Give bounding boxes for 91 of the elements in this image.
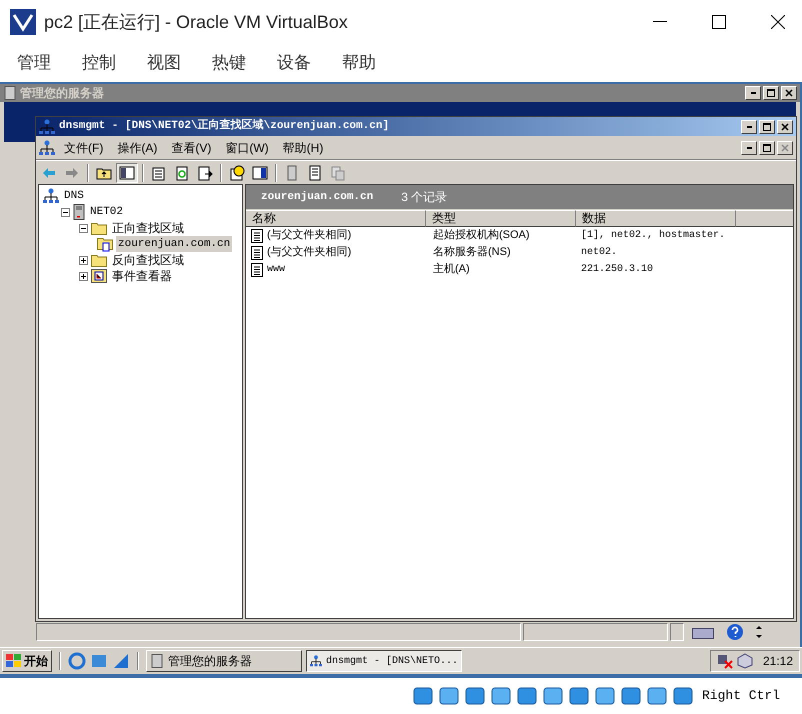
expand-toggle[interactable] xyxy=(79,272,88,280)
close-button[interactable] xyxy=(777,140,793,154)
table-cell-text: net02. xyxy=(580,246,618,260)
shark-fin-icon[interactable] xyxy=(112,652,130,670)
list-icon xyxy=(307,164,323,180)
minimize-button[interactable] xyxy=(741,120,757,134)
server-icon xyxy=(3,86,17,100)
document-icon xyxy=(251,246,263,260)
menu-item[interactable]: 管理 xyxy=(17,50,51,76)
close-icon xyxy=(781,144,789,152)
network-error-icon xyxy=(716,653,733,669)
record-count: 3 个记录 xyxy=(401,189,448,206)
close-icon xyxy=(771,15,785,29)
menu-item[interactable]: 操作(A) xyxy=(112,138,162,156)
menu-item[interactable]: 窗口(W) xyxy=(220,138,274,156)
status-pane xyxy=(670,623,684,641)
table-cell-text: www xyxy=(267,263,286,277)
table-cell-text: (与父文件夹相同) xyxy=(267,228,352,244)
minimize-icon xyxy=(746,126,752,128)
table-cell-text: 主机(A) xyxy=(432,262,471,278)
close-icon xyxy=(785,89,793,97)
collapse-toggle[interactable] xyxy=(79,224,88,232)
minimize-button[interactable] xyxy=(745,86,761,100)
menu-item[interactable]: 文件(F) xyxy=(59,138,108,156)
folder-icon xyxy=(91,221,107,235)
properties-icon xyxy=(151,164,167,180)
menu-item[interactable]: 帮助 xyxy=(342,50,376,76)
menu-item[interactable]: 帮助(H) xyxy=(278,138,328,156)
close-button[interactable] xyxy=(781,86,797,100)
help-icon xyxy=(726,623,744,641)
column-header[interactable]: 数据 xyxy=(576,210,736,227)
collapse-toggle[interactable] xyxy=(61,208,70,216)
tree-item[interactable]: DNS xyxy=(62,188,86,204)
cube-icon xyxy=(736,653,753,669)
taskbar-button[interactable]: 管理您的服务器 xyxy=(146,650,302,672)
menu-item[interactable]: 控制 xyxy=(82,50,116,76)
tree-item[interactable]: 事件查看器 xyxy=(110,267,174,285)
close-icon xyxy=(781,122,789,130)
restore-icon xyxy=(763,144,771,152)
window-title: pc2 [正在运行] - Oracle VM VirtualBox xyxy=(44,10,348,34)
export-icon xyxy=(197,164,213,180)
minimize-icon xyxy=(750,92,756,94)
expand-toggle[interactable] xyxy=(79,256,88,264)
maximize-icon xyxy=(763,122,771,130)
column-header[interactable]: 名称 xyxy=(246,210,426,227)
menu-item[interactable]: 查看(V) xyxy=(166,138,216,156)
refresh-icon xyxy=(174,164,190,180)
taskbar-button[interactable]: dnsmgmt - [DNS\NETO... xyxy=(306,650,462,672)
app-logo-icon xyxy=(10,9,36,35)
server-icon xyxy=(150,654,164,668)
back-window-title: 管理您的服务器 xyxy=(20,85,104,102)
document-icon xyxy=(251,228,263,242)
copy-icon xyxy=(330,164,346,180)
maximize-button[interactable] xyxy=(763,86,779,100)
folder-icon xyxy=(91,253,107,267)
minimize-icon xyxy=(746,146,752,148)
column-header[interactable]: 类型 xyxy=(426,210,576,227)
server-icon xyxy=(73,204,85,220)
start-button[interactable]: 开始 xyxy=(2,650,52,672)
minimize-icon xyxy=(653,21,667,23)
table-cell-text: 221.250.3.10 xyxy=(580,263,654,277)
table-cell-text: (与父文件夹相同) xyxy=(267,244,352,260)
document-icon xyxy=(251,262,263,276)
close-button[interactable] xyxy=(777,120,793,134)
zone-name: zourenjuan.com.cn xyxy=(261,190,374,205)
table-cell-text: 起始授权机构(SOA) xyxy=(432,228,531,244)
windows-logo-icon xyxy=(6,654,22,668)
restore-button[interactable] xyxy=(759,140,775,154)
scroll-arrows-icon xyxy=(754,624,764,640)
maximize-icon xyxy=(712,15,726,29)
tree-item[interactable]: 反向查找区域 xyxy=(110,251,186,269)
table-cell-text: [1], net02., hostmaster. xyxy=(580,228,726,243)
menu-item[interactable]: 视图 xyxy=(147,50,181,76)
host-key: Right Ctrl xyxy=(702,686,780,706)
tree-item[interactable]: 正向查找区域 xyxy=(110,219,186,237)
zone-icon xyxy=(97,236,113,252)
show-tree-button[interactable] xyxy=(116,162,138,182)
panel-icon xyxy=(252,164,268,180)
tree-item[interactable]: zourenjuan.com.cn xyxy=(116,236,232,252)
show-tree-icon xyxy=(119,164,135,180)
menu-item[interactable]: 热键 xyxy=(212,50,246,76)
table-cell-text: 名称服务器(NS) xyxy=(432,245,512,260)
minimize-button[interactable] xyxy=(741,140,757,154)
tree-item[interactable]: NET02 xyxy=(88,204,126,220)
window-title: dnsmgmt - [DNS\NET02\正向查找区域\zourenjuan.com.cn] xyxy=(59,118,390,134)
menu-item[interactable]: 设备 xyxy=(277,50,311,76)
clock: 21:12 xyxy=(762,653,793,670)
event-viewer-icon xyxy=(91,268,107,284)
help-icon xyxy=(229,164,245,180)
maximize-icon xyxy=(767,89,775,97)
maximize-button[interactable] xyxy=(759,120,775,134)
